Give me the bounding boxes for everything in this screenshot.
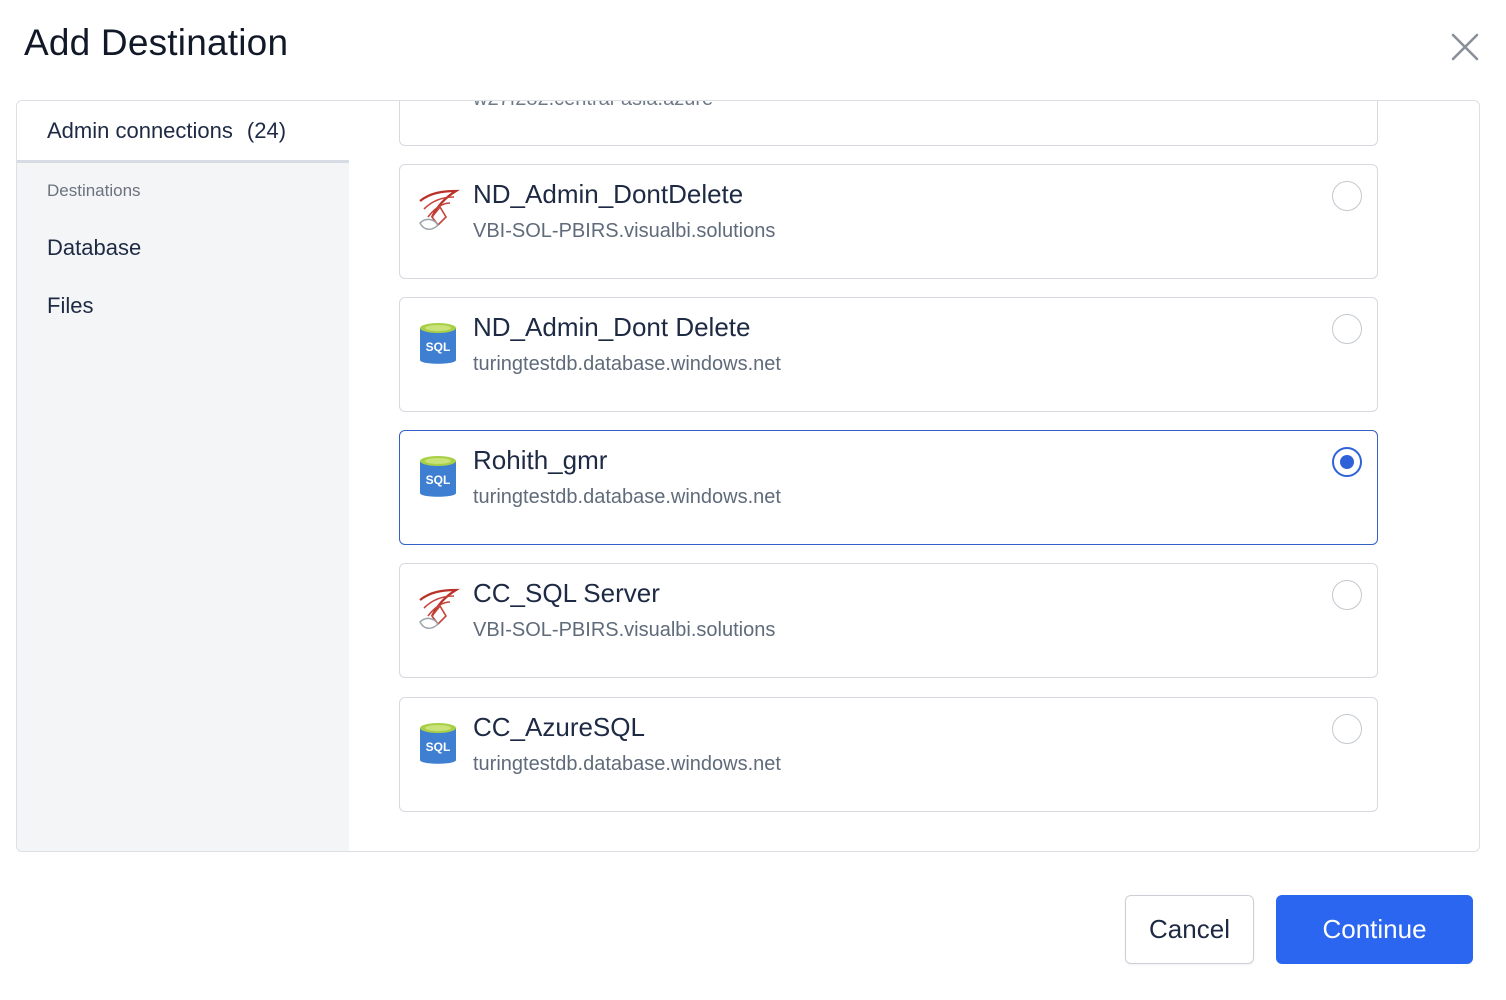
connection-card[interactable]: SQL ND_Admin_Dont Delete turingtestdb.da… <box>399 297 1378 412</box>
connection-name: CC_SQL Server <box>473 578 660 608</box>
connection-radio[interactable] <box>1332 314 1362 344</box>
connection-list: w27f282.central-asia.azure ND_Admin_Dont… <box>349 101 1479 851</box>
connection-card[interactable]: ND_Admin_DontDelete VBI-SOL-PBIRS.visual… <box>399 164 1378 279</box>
connection-card-selected[interactable]: SQL Rohith_gmr turingtestdb.database.win… <box>399 430 1378 545</box>
connection-radio[interactable] <box>1332 714 1362 744</box>
connection-host: turingtestdb.database.windows.net <box>473 486 781 508</box>
connection-name: ND_Admin_Dont Delete <box>473 312 751 342</box>
svg-text:SQL: SQL <box>426 473 451 487</box>
sql-server-icon <box>419 588 460 629</box>
svg-text:SQL: SQL <box>426 340 451 354</box>
azure-sql-icon: SQL <box>420 456 456 497</box>
close-button[interactable] <box>1446 28 1484 66</box>
svg-text:SQL: SQL <box>426 740 451 754</box>
close-icon <box>1451 33 1479 61</box>
connection-host: turingtestdb.database.windows.net <box>473 353 781 375</box>
connection-card[interactable]: SQL CC_AzureSQL turingtestdb.database.wi… <box>399 697 1378 812</box>
connection-radio-checked[interactable] <box>1332 447 1362 477</box>
tab-admin-connections[interactable]: Admin connections (24) <box>17 101 349 163</box>
connection-card[interactable]: w27f282.central-asia.azure <box>399 101 1378 146</box>
dialog-title: Add Destination <box>24 22 289 63</box>
connection-name: ND_Admin_DontDelete <box>473 179 744 209</box>
connection-name: CC_AzureSQL <box>473 712 645 742</box>
connection-radio[interactable] <box>1332 580 1362 610</box>
connection-name: Rohith_gmr <box>473 445 608 475</box>
tab-count: (24) <box>246 117 287 143</box>
sidebar-item-files[interactable]: Files <box>47 293 93 319</box>
continue-button[interactable]: Continue <box>1276 895 1473 964</box>
azure-sql-icon: SQL <box>420 723 456 764</box>
connection-host: VBI-SOL-PBIRS.visualbi.solutions <box>473 220 776 242</box>
destination-panel: Admin connections (24) Destinations Data… <box>16 100 1480 852</box>
add-destination-dialog: Add Destination Admin connections (24) D… <box>0 0 1506 1000</box>
connection-host: turingtestdb.database.windows.net <box>473 753 781 775</box>
connection-host: w27f282.central-asia.azure <box>473 101 713 111</box>
cancel-button[interactable]: Cancel <box>1125 895 1254 964</box>
sidebar-section-heading: Destinations <box>47 181 141 200</box>
connection-radio[interactable] <box>1332 181 1362 211</box>
sql-server-icon <box>419 189 460 230</box>
sidebar: Admin connections (24) Destinations Data… <box>17 101 349 851</box>
connection-host: VBI-SOL-PBIRS.visualbi.solutions <box>473 619 776 641</box>
tab-label: Admin connections <box>47 117 233 143</box>
sidebar-item-database[interactable]: Database <box>47 235 141 261</box>
azure-sql-icon: SQL <box>420 323 456 364</box>
connection-card[interactable]: CC_SQL Server VBI-SOL-PBIRS.visualbi.sol… <box>399 563 1378 678</box>
